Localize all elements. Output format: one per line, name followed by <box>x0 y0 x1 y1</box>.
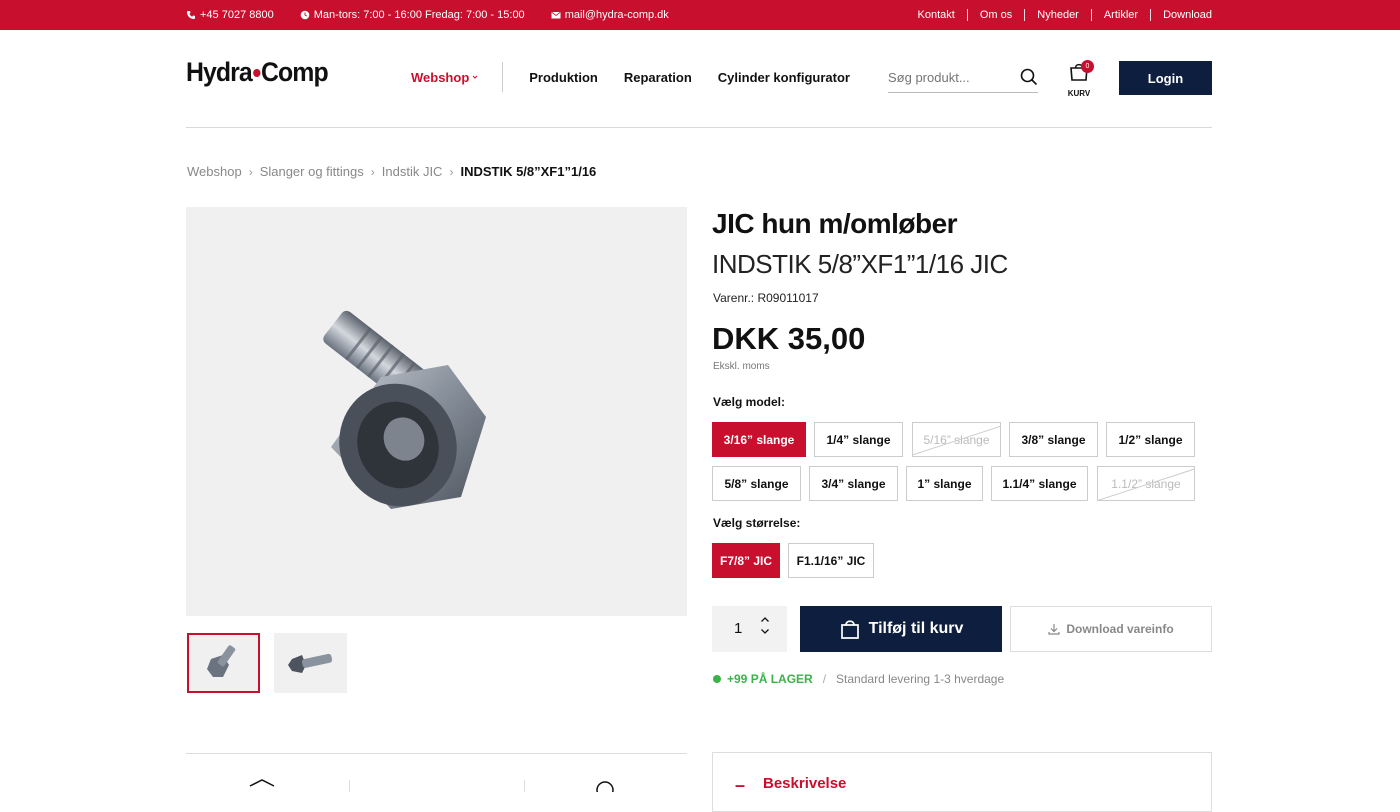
breadcrumb-separator: › <box>449 164 454 179</box>
top-bar: +45 7027 8800 Man-tors: 7:00 - 16:00 Fre… <box>0 0 1400 30</box>
search-box <box>888 63 1038 93</box>
nav-divider <box>502 62 504 92</box>
hours-text: Man-tors: 7:00 - 16:00 Fredag: 7:00 - 15… <box>313 9 525 21</box>
top-links: Kontakt Om os Nyheder Artikler Download <box>906 0 1212 30</box>
main-nav: Webshop Produktion Reparation Cylinder k… <box>411 62 876 92</box>
phone-contact[interactable]: +45 7027 8800 <box>186 9 274 21</box>
model-option-1-1-2: 1.1/2” slange <box>1097 466 1195 501</box>
add-to-cart-button[interactable]: Tilføj til kurv <box>800 606 1002 652</box>
cart-count-badge: 0 <box>1081 60 1094 73</box>
model-label: Vælg model: <box>713 395 786 409</box>
quantity-stepper[interactable]: 1 <box>712 606 787 652</box>
nav-reparation[interactable]: Reparation <box>624 70 692 85</box>
info-icon <box>596 781 614 792</box>
site-header: Hydra Comp Webshop Produktion Reparation … <box>186 30 1212 128</box>
clock-icon <box>300 10 310 20</box>
size-option-f1-1-16-jic[interactable]: F1.1/16” JIC <box>788 543 874 578</box>
stock-text: +99 PÅ LAGER <box>727 672 813 686</box>
breadcrumb: Webshop › Slanger og fittings › Indstik … <box>187 164 596 179</box>
model-option-1-1-4[interactable]: 1.1/4” slange <box>991 466 1088 501</box>
logo[interactable]: Hydra Comp <box>186 56 329 88</box>
link-download[interactable]: Download <box>1150 9 1212 21</box>
nav-cylinder-konfigurator[interactable]: Cylinder konfigurator <box>718 70 850 85</box>
fitting-image <box>323 310 486 509</box>
delivery-text: Standard levering 1-3 hverdage <box>836 672 1005 686</box>
description-accordion[interactable]: – Beskrivelse <box>712 752 1212 812</box>
stock-status: +99 PÅ LAGER / Standard levering 1-3 hve… <box>713 672 1004 686</box>
mail-icon <box>551 11 561 19</box>
search-input[interactable] <box>888 70 1008 85</box>
download-info-button[interactable]: Download vareinfo <box>1010 606 1212 652</box>
model-option-1-2[interactable]: 1/2” slange <box>1106 422 1195 457</box>
nav-webshop[interactable]: Webshop <box>411 70 502 85</box>
breadcrumb-webshop[interactable]: Webshop <box>187 164 242 179</box>
quantity-value[interactable]: 1 <box>734 620 742 637</box>
chevron-down-icon[interactable] <box>760 628 770 635</box>
chevron-up-icon[interactable] <box>760 616 770 623</box>
model-option-5-16: 5/16” slange <box>912 422 1001 457</box>
size-option-f7-8-jic[interactable]: F7/8” JIC <box>712 543 780 578</box>
breadcrumb-indstik-jic[interactable]: Indstik JIC <box>382 164 443 179</box>
search-icon[interactable] <box>1020 68 1038 86</box>
collapse-toggle[interactable]: – <box>735 775 745 796</box>
opening-hours: Man-tors: 7:00 - 16:00 Fredag: 7:00 - 15… <box>300 9 525 21</box>
model-option-3-4[interactable]: 3/4” slange <box>809 466 898 501</box>
model-option-5-8[interactable]: 5/8” slange <box>712 466 801 501</box>
chevron-down-icon <box>472 75 478 79</box>
download-info-label: Download vareinfo <box>1066 622 1174 636</box>
model-option-3-8[interactable]: 3/8” slange <box>1009 422 1098 457</box>
bag-icon <box>840 620 859 639</box>
breadcrumb-current: INDSTIK 5/8”XF1”1/16 <box>460 164 597 179</box>
model-option-1-4[interactable]: 1/4” slange <box>814 422 903 457</box>
logo-text-left: Hydra <box>186 56 253 87</box>
size-label: Vælg størrelse: <box>713 516 801 530</box>
thumbnail-image <box>207 645 236 677</box>
link-om-os[interactable]: Om os <box>966 9 1024 21</box>
link-kontakt[interactable]: Kontakt <box>906 9 967 21</box>
breadcrumb-separator: › <box>370 164 375 179</box>
nav-produktion[interactable]: Produktion <box>529 70 598 85</box>
vat-note: Ekskl. moms <box>713 361 770 372</box>
logo-dot <box>252 69 261 77</box>
download-icon <box>1048 624 1060 635</box>
email-text: mail@hydra-comp.dk <box>564 9 669 21</box>
model-option-1[interactable]: 1” slange <box>906 466 983 501</box>
login-button[interactable]: Login <box>1119 61 1212 95</box>
cart-button[interactable]: 0 KURV <box>1066 60 1094 98</box>
link-nyheder[interactable]: Nyheder <box>1024 9 1091 21</box>
thumbnail-2[interactable] <box>274 633 347 693</box>
link-artikler[interactable]: Artikler <box>1090 9 1150 21</box>
add-to-cart-label: Tilføj til kurv <box>868 620 964 637</box>
feature-divider <box>524 780 525 792</box>
breadcrumb-separator: › <box>248 164 253 179</box>
description-title: Beskrivelse <box>763 775 847 792</box>
breadcrumb-slanger-og-fittings[interactable]: Slanger og fittings <box>260 164 364 179</box>
cart-label: KURV <box>1067 89 1091 98</box>
box-icon <box>249 779 275 787</box>
phone-text: +45 7027 8800 <box>200 9 274 21</box>
product-price: DKK 35,00 <box>712 321 866 356</box>
phone-icon <box>187 11 195 19</box>
section-divider <box>186 753 687 754</box>
stock-separator: / <box>822 672 827 686</box>
thumbnail-image <box>288 653 333 673</box>
stock-indicator-dot <box>713 675 721 683</box>
logo-text-right: Comp <box>261 56 329 87</box>
feature-divider <box>349 780 350 792</box>
product-title: JIC hun m/omløber <box>712 208 958 239</box>
email-contact[interactable]: mail@hydra-comp.dk <box>551 9 669 21</box>
product-sku: Varenr.: R09011017 <box>713 291 819 305</box>
product-subtitle: INDSTIK 5/8”XF1”1/16 JIC <box>712 249 1008 279</box>
product-image[interactable] <box>186 207 687 616</box>
model-option-3-16[interactable]: 3/16” slange <box>712 422 806 457</box>
thumbnail-1[interactable] <box>187 633 260 693</box>
nav-webshop-label: Webshop <box>411 69 470 85</box>
